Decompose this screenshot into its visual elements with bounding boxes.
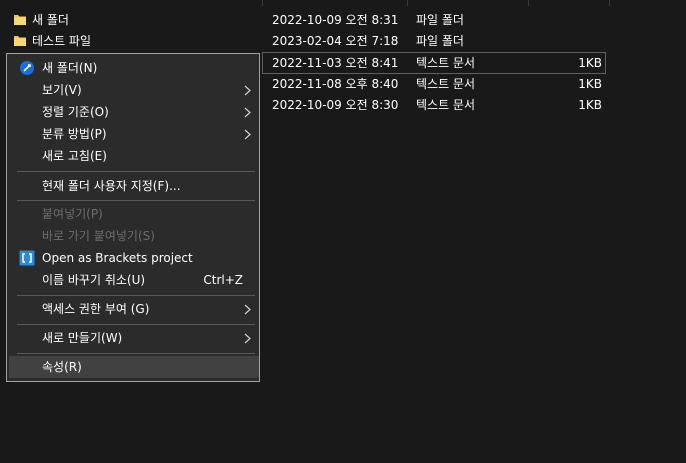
menu-separator bbox=[17, 295, 255, 296]
menu-item-sort-by[interactable]: 정렬 기준(O) bbox=[9, 101, 259, 123]
brackets-icon bbox=[19, 250, 35, 266]
chevron-right-icon bbox=[244, 85, 251, 96]
file-type: 텍스트 문서 bbox=[416, 98, 476, 112]
menu-separator bbox=[17, 324, 255, 325]
file-date: 2022-10-09 오전 8:31 bbox=[272, 13, 399, 27]
chevron-right-icon bbox=[244, 333, 251, 344]
menu-item-open-brackets[interactable]: Open as Brackets project bbox=[9, 247, 259, 269]
file-date: 2022-10-09 오전 8:30 bbox=[272, 98, 399, 112]
folder-icon bbox=[14, 36, 26, 46]
folder-icon bbox=[14, 15, 26, 25]
menu-item-properties[interactable]: 속성(R) bbox=[9, 356, 259, 378]
menu-item-label: 새 폴더(N) bbox=[42, 61, 98, 75]
chevron-right-icon bbox=[244, 129, 251, 140]
menu-separator bbox=[17, 353, 255, 354]
menu-item-label: 현재 폴더 사용자 지정(F)... bbox=[42, 179, 181, 193]
menu-item-refresh[interactable]: 새로 고침(E) bbox=[9, 145, 259, 167]
menu-item-label: 새로 만들기(W) bbox=[42, 331, 123, 345]
menu-item-label: 분류 방법(P) bbox=[42, 127, 107, 141]
menu-item-view[interactable]: 보기(V) bbox=[9, 79, 259, 101]
column-separator[interactable] bbox=[407, 0, 408, 6]
menu-item-new-folder[interactable]: 새 폴더(N) bbox=[9, 57, 259, 79]
file-size: 1KB bbox=[578, 77, 602, 91]
file-type: 파일 폴더 bbox=[416, 13, 464, 27]
file-type: 텍스트 문서 bbox=[416, 77, 476, 91]
menu-item-label: 액세스 권한 부여 (G) bbox=[42, 302, 150, 316]
file-date: 2022-11-03 오전 8:41 bbox=[272, 56, 399, 70]
file-type: 텍스트 문서 bbox=[416, 56, 476, 70]
menu-item-label: 바로 가기 붙여넣기(S) bbox=[42, 229, 155, 243]
menu-item-group-by[interactable]: 분류 방법(P) bbox=[9, 123, 259, 145]
file-size: 1KB bbox=[578, 98, 602, 112]
column-separator[interactable] bbox=[528, 0, 529, 6]
menu-item-paste: 붙여넣기(P) bbox=[9, 203, 259, 225]
menu-item-new[interactable]: 새로 만들기(W) bbox=[9, 327, 259, 349]
file-row[interactable]: 새 폴더 2022-10-09 오전 8:31 파일 폴더 bbox=[0, 10, 686, 31]
file-type: 파일 폴더 bbox=[416, 34, 464, 48]
menu-item-customize-folder[interactable]: 현재 폴더 사용자 지정(F)... bbox=[9, 175, 259, 197]
file-row-selected[interactable]: 2022-11-03 오전 8:41 텍스트 문서 1KB bbox=[262, 52, 606, 74]
context-menu: 새 폴더(N) 보기(V) 정렬 기준(O) 분류 방법(P) 새로 고침(E)… bbox=[6, 53, 260, 382]
new-folder-icon bbox=[20, 61, 34, 75]
menu-item-paste-shortcut: 바로 가기 붙여넣기(S) bbox=[9, 225, 259, 247]
file-name: 테스트 파일 bbox=[32, 34, 92, 48]
menu-separator bbox=[17, 171, 255, 172]
menu-item-label: 속성(R) bbox=[42, 360, 82, 374]
chevron-right-icon bbox=[244, 304, 251, 315]
menu-separator bbox=[17, 200, 255, 201]
menu-item-label: Open as Brackets project bbox=[42, 251, 193, 265]
column-separator[interactable] bbox=[609, 0, 610, 6]
menu-item-label: 정렬 기준(O) bbox=[42, 105, 109, 119]
file-row[interactable]: 테스트 파일 2023-02-04 오전 7:18 파일 폴더 bbox=[0, 31, 686, 52]
file-date: 2022-11-08 오후 8:40 bbox=[272, 77, 399, 91]
menu-item-label: 이름 바꾸기 취소(U) bbox=[42, 273, 146, 287]
chevron-right-icon bbox=[244, 107, 251, 118]
file-name: 새 폴더 bbox=[32, 13, 69, 27]
menu-item-shortcut: Ctrl+Z bbox=[203, 273, 243, 287]
menu-item-undo-rename[interactable]: 이름 바꾸기 취소(U) Ctrl+Z bbox=[9, 269, 259, 291]
file-date: 2023-02-04 오전 7:18 bbox=[272, 34, 399, 48]
menu-item-give-access[interactable]: 액세스 권한 부여 (G) bbox=[9, 298, 259, 320]
menu-item-label: 보기(V) bbox=[42, 83, 82, 97]
menu-item-label: 붙여넣기(P) bbox=[42, 207, 103, 221]
column-separator[interactable] bbox=[262, 0, 263, 6]
menu-item-label: 새로 고침(E) bbox=[42, 149, 107, 163]
file-size: 1KB bbox=[578, 56, 602, 70]
